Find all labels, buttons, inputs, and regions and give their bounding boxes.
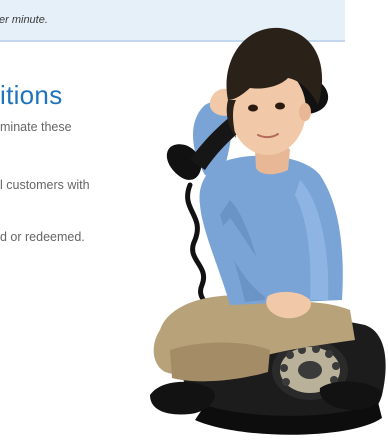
section-heading: itions	[0, 80, 63, 110]
page: er minute. itions minate these l custome…	[0, 0, 388, 446]
boy-with-telephone-image	[150, 27, 386, 435]
banner-text: er minute.	[0, 14, 48, 26]
body-paragraph: minate these	[0, 120, 72, 134]
body-paragraph: d or redeemed.	[0, 230, 85, 244]
body-paragraph: l customers with	[0, 178, 90, 192]
